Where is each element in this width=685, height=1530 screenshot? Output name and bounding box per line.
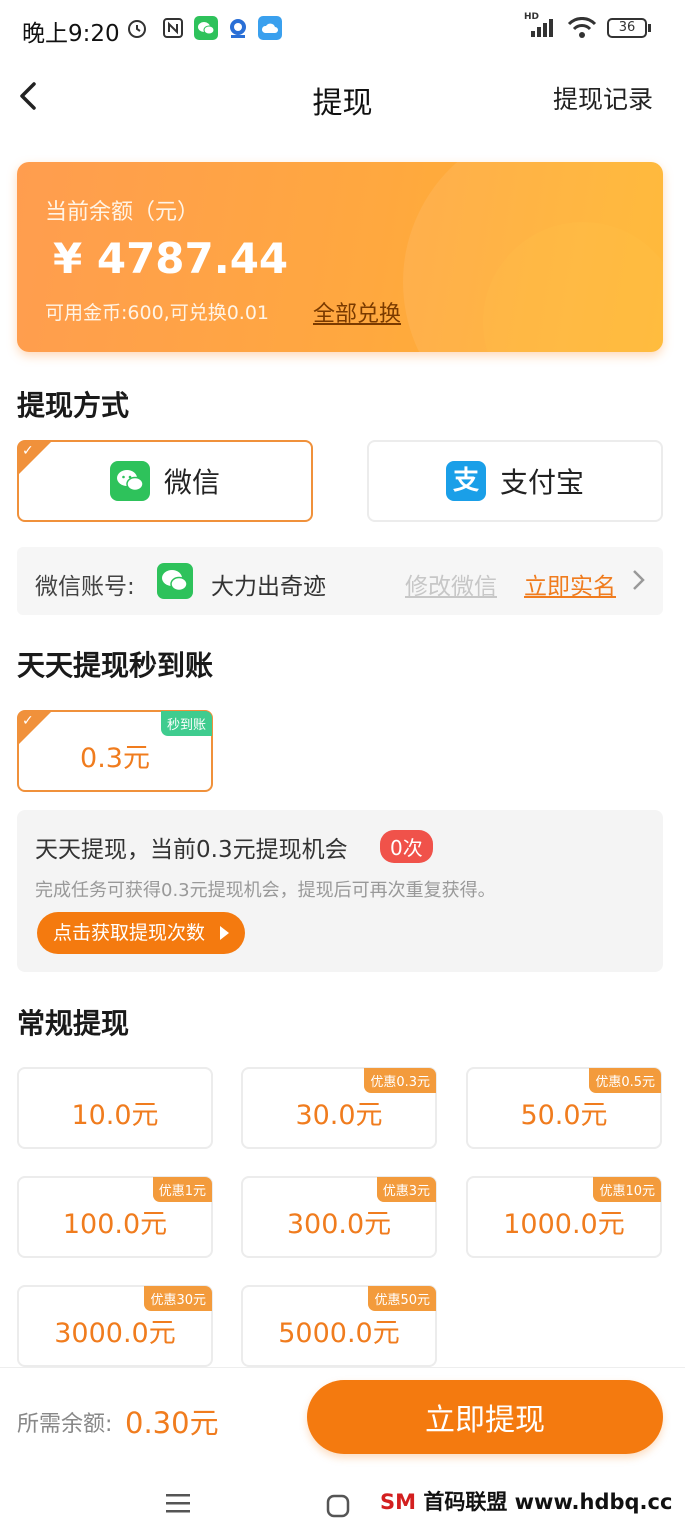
discount-badge: 优惠0.5元 [589, 1068, 661, 1093]
bottom-bar: 所需余额: 0.30元 立即提现 [0, 1367, 685, 1467]
instant-badge: 秒到账 [160, 711, 212, 736]
check-icon: ✓ [22, 443, 34, 459]
status-time: 晚上9:20 [22, 21, 120, 47]
amount-option[interactable]: 10.0元 [17, 1067, 213, 1149]
alipay-icon: 支 [445, 461, 486, 501]
balance-card: 当前余额（元） ¥ 4787.44 可用金币:600,可兑换0.01 全部兑换 [17, 162, 663, 352]
withdraw-record-link[interactable]: 提现记录 [553, 80, 653, 116]
wechat-icon [157, 563, 193, 599]
balance-label: 当前余额（元） [45, 200, 200, 225]
amount-value: 300.0元 [286, 1209, 392, 1240]
battery-icon: 36 [606, 16, 652, 40]
amount-value: 10.0元 [71, 1100, 159, 1131]
account-row: 微信账号: 大力出奇迹 修改微信 立即实名 [17, 547, 663, 615]
watermark-logo: SM [380, 1490, 417, 1514]
daily-info-desc: 完成任务可获得0.3元提现机会，提现后可再次重复获得。 [35, 880, 496, 901]
wechat-notification-icon [194, 16, 218, 40]
method-label: 微信 [163, 466, 220, 499]
required-balance-value: 0.30元 [125, 1406, 219, 1440]
app-notification-icon [226, 16, 250, 40]
daily-option[interactable]: ✓ 秒到账 0.3元 [17, 710, 213, 792]
required-balance-label: 所需余额: [17, 1412, 113, 1437]
balance-amount: ¥ 4787.44 [53, 234, 289, 283]
amount-value: 5000.0元 [278, 1318, 400, 1349]
daily-info-panel: 天天提现，当前0.3元提现机会 0次 完成任务可获得0.3元提现机会，提现后可再… [17, 810, 663, 972]
check-icon: ✓ [22, 713, 34, 729]
amount-option[interactable]: 优惠30元 3000.0元 [17, 1285, 213, 1367]
method-label: 支付宝 [499, 466, 584, 499]
signal-icon: HD [524, 12, 560, 40]
home-icon[interactable] [326, 1494, 350, 1522]
daily-option-value: 0.3元 [80, 743, 150, 774]
menu-icon[interactable] [164, 1492, 192, 1518]
modify-wechat-link[interactable]: 修改微信 [405, 567, 497, 601]
method-section-title: 提现方式 [17, 389, 130, 422]
discount-badge: 优惠10元 [593, 1177, 661, 1202]
daily-section-title: 天天提现秒到账 [17, 649, 214, 682]
amount-option[interactable]: 优惠3元 300.0元 [241, 1176, 437, 1258]
amount-value: 50.0元 [520, 1100, 608, 1131]
amount-option[interactable]: 优惠10元 1000.0元 [466, 1176, 662, 1258]
wechat-icon [109, 461, 150, 501]
discount-badge: 优惠30元 [144, 1286, 212, 1311]
daily-info-title: 天天提现，当前0.3元提现机会 [35, 837, 348, 863]
watermark: SM 首码联盟 www.hdbq.cc [380, 1486, 672, 1516]
alarm-icon [124, 16, 150, 40]
wifi-icon [566, 16, 598, 40]
amount-option[interactable]: 优惠50元 5000.0元 [241, 1285, 437, 1367]
watermark-text: 首码联盟 www.hdbq.cc [423, 1490, 673, 1514]
discount-badge: 优惠1元 [152, 1177, 212, 1202]
exchange-all-link[interactable]: 全部兑换 [313, 296, 401, 328]
account-label: 微信账号: [35, 574, 135, 600]
discount-badge: 优惠0.3元 [364, 1068, 436, 1093]
amount-option[interactable]: 优惠1元 100.0元 [17, 1176, 213, 1258]
realname-link[interactable]: 立即实名 [524, 567, 616, 601]
amount-option[interactable]: 优惠0.5元 50.0元 [466, 1067, 662, 1149]
check-corner: ✓ [18, 441, 52, 475]
cloud-notification-icon [258, 16, 282, 40]
battery-level: 36 [607, 18, 647, 38]
amount-value: 3000.0元 [54, 1318, 176, 1349]
account-name: 大力出奇迹 [211, 574, 326, 600]
get-chances-button[interactable]: 点击获取提现次数 [37, 912, 246, 954]
withdraw-now-button[interactable]: 立即提现 [307, 1380, 663, 1454]
daily-count-badge: 0次 [380, 830, 433, 863]
get-chances-label: 点击获取提现次数 [53, 922, 206, 944]
discount-badge: 优惠3元 [376, 1177, 436, 1202]
amount-value: 1000.0元 [503, 1209, 625, 1240]
chevron-right-icon [629, 565, 649, 595]
coins-text: 可用金币:600,可兑换0.01 [45, 302, 270, 324]
amount-option[interactable]: 优惠0.3元 30.0元 [241, 1067, 437, 1149]
status-bar: 晚上9:20 HD 36 [0, 0, 685, 60]
network-type: HD [524, 12, 540, 22]
method-alipay[interactable]: 支 支付宝 [367, 440, 663, 522]
method-wechat[interactable]: ✓ 微信 [17, 440, 313, 522]
nav-bar: 提现 提现记录 [0, 60, 685, 132]
play-arrow-icon [220, 926, 230, 940]
discount-badge: 优惠50元 [368, 1286, 436, 1311]
amount-value: 30.0元 [295, 1100, 383, 1131]
nfc-icon [160, 16, 186, 40]
regular-section-title: 常规提现 [17, 1007, 130, 1040]
amount-value: 100.0元 [62, 1209, 168, 1240]
